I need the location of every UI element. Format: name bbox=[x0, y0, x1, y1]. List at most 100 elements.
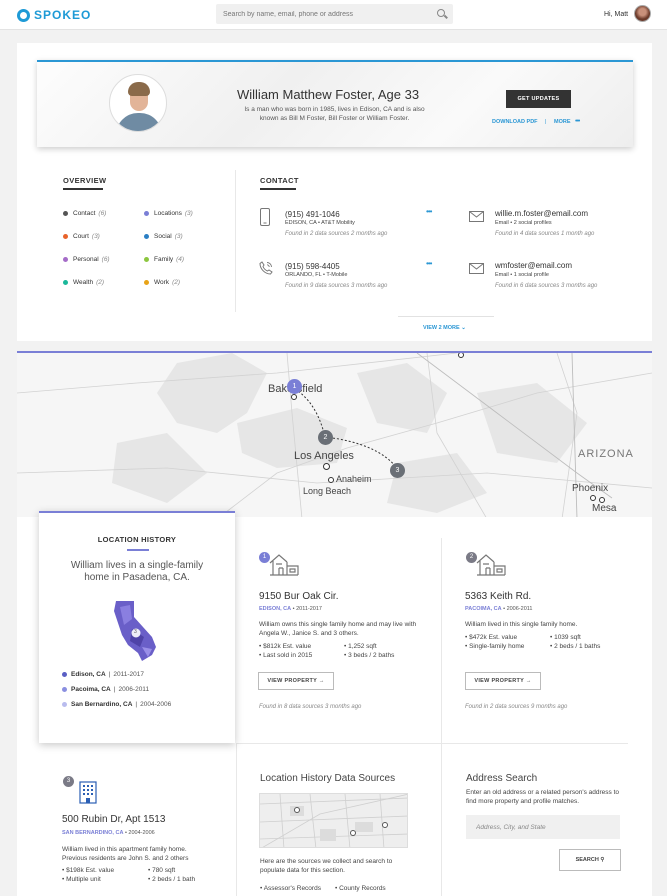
wealth-dot bbox=[63, 280, 68, 285]
overview-item-count: (3) bbox=[184, 210, 193, 217]
map-label-phoenix: Phoenix bbox=[572, 483, 609, 494]
phone-number[interactable]: (915) 598-4405 bbox=[285, 262, 340, 271]
property-address[interactable]: 500 Rubin Dr, Apt 1513 bbox=[62, 814, 165, 825]
overview-item-contact[interactable]: Contact (6) bbox=[63, 210, 106, 217]
location-history-title: LOCATION HISTORY bbox=[97, 535, 177, 544]
state-map-marker: 3 bbox=[134, 629, 137, 635]
download-pdf-link[interactable]: DOWNLOAD PDF bbox=[492, 119, 538, 125]
property-location: EDISON, CA • 2011-2017 bbox=[259, 606, 322, 612]
profile-description: Is a man who was born in 1985, lives in … bbox=[244, 106, 425, 122]
property-detail: • Last sold in 2015 bbox=[259, 652, 313, 659]
overview-item-family[interactable]: Family (4) bbox=[144, 256, 184, 263]
landline-phone-icon bbox=[259, 261, 273, 275]
avatar[interactable] bbox=[634, 5, 651, 22]
overview-item-locations[interactable]: Locations (3) bbox=[144, 210, 193, 217]
location-entry[interactable]: San Bernardino, CA | 2004-2006 bbox=[62, 701, 171, 708]
arrow-right-icon: → bbox=[525, 678, 532, 684]
data-sources-text: Here are the sources we collect and sear… bbox=[260, 858, 393, 874]
email-detail: Email • 1 social profile bbox=[495, 272, 549, 278]
get-updates-button[interactable]: GET UPDATES bbox=[506, 90, 571, 108]
map-city-dot bbox=[328, 477, 334, 483]
location-years: 2011-2017 bbox=[113, 671, 144, 678]
overview-item-label: Contact bbox=[73, 210, 96, 217]
view-more-label: VIEW 2 MORE bbox=[423, 325, 460, 331]
overview-item-work[interactable]: Work (2) bbox=[144, 279, 180, 286]
california-map-icon[interactable] bbox=[112, 599, 162, 663]
overview-item-count: (3) bbox=[91, 233, 100, 240]
property-description: William owns this single family home and… bbox=[259, 621, 417, 637]
email-detail: Email • 2 social profiles bbox=[495, 220, 552, 226]
overview-item-personal[interactable]: Personal (6) bbox=[63, 256, 110, 263]
overview-item-label: Wealth bbox=[73, 279, 94, 286]
view-property-button[interactable]: VIEW PROPERTY → bbox=[258, 672, 334, 690]
location-entry[interactable]: Edison, CA | 2011-2017 bbox=[62, 671, 144, 678]
data-source-item: • County Records bbox=[335, 885, 386, 892]
view-property-button[interactable]: VIEW PROPERTY → bbox=[465, 672, 541, 690]
location-entry[interactable]: Pacoima, CA | 2006-2011 bbox=[62, 686, 149, 693]
phone-detail: ORLANDO, FL • T-Mobile bbox=[285, 272, 348, 278]
location-history-card: LOCATION HISTORY William lives in a sing… bbox=[39, 511, 235, 743]
map-city-dot bbox=[590, 495, 596, 501]
property-address[interactable]: 5363 Keith Rd. bbox=[465, 591, 531, 602]
address-search-title: Address Search bbox=[466, 773, 538, 784]
overview-item-count: (2) bbox=[96, 279, 105, 286]
overview-item-count: (3) bbox=[174, 233, 183, 240]
property-description: William lived in this apartment family h… bbox=[62, 846, 189, 862]
overview-item-label: Personal bbox=[73, 256, 99, 263]
overview-item-court[interactable]: Court (3) bbox=[63, 233, 100, 240]
profile-header: William Matthew Foster, Age 33 Is a man … bbox=[37, 60, 633, 147]
location-dot bbox=[62, 672, 67, 677]
link-separator: | bbox=[545, 119, 547, 125]
phone-detail: EDISON, CA • AT&T Mobility bbox=[285, 220, 355, 226]
chevron-down-icon: ⌄ bbox=[461, 325, 466, 331]
location-map[interactable]: Bakersfield 1 Los Angeles 2 Anaheim Long… bbox=[17, 351, 652, 517]
phone-options-icon[interactable]: ••• bbox=[426, 207, 432, 216]
mobile-phone-icon bbox=[260, 208, 270, 226]
court-dot bbox=[63, 234, 68, 239]
overview-item-social[interactable]: Social (3) bbox=[144, 233, 183, 240]
view-more-link[interactable]: VIEW 2 MORE ⌄ bbox=[423, 325, 466, 331]
grid-divider bbox=[236, 743, 628, 744]
view-property-label: VIEW PROPERTY bbox=[474, 678, 524, 684]
property-address[interactable]: 9150 Bur Oak Cir. bbox=[259, 591, 338, 602]
address-search-button[interactable]: SEARCH ⚲ bbox=[559, 849, 621, 871]
email-icon bbox=[469, 211, 484, 222]
property-detail: • Single-family home bbox=[465, 643, 525, 650]
phone-found-text: Found in 2 data sources 2 months ago bbox=[285, 231, 388, 237]
spokeo-logo[interactable]: SPOKEO bbox=[17, 8, 91, 22]
map-label-arizona: ARIZONA bbox=[578, 448, 634, 460]
map-marker-3[interactable]: 3 bbox=[390, 463, 405, 478]
property-years: 2006-2011 bbox=[506, 606, 533, 612]
overview-item-wealth[interactable]: Wealth (2) bbox=[63, 279, 104, 286]
property-location: SAN BERNARDINO, CA • 2004-2006 bbox=[62, 830, 155, 836]
arrow-right-icon: → bbox=[318, 678, 325, 684]
overview-item-label: Court bbox=[73, 233, 89, 240]
search-icon[interactable] bbox=[437, 9, 445, 17]
map-label-los-angeles: Los Angeles bbox=[294, 450, 354, 462]
more-dots-icon[interactable]: ••• bbox=[575, 118, 580, 125]
phone-number[interactable]: (915) 491-1046 bbox=[285, 210, 340, 219]
property-found-text: Found in 8 data sources 3 months ago bbox=[259, 704, 362, 710]
property-detail: • 1039 sqft bbox=[550, 634, 581, 641]
map-marker-2[interactable]: 2 bbox=[318, 430, 333, 445]
location-separator: | bbox=[113, 686, 116, 693]
locations-dot bbox=[144, 211, 149, 216]
top-bar: SPOKEO Hi, Matt bbox=[0, 0, 667, 30]
grid-divider bbox=[236, 743, 237, 896]
email-address[interactable]: wmfoster@email.com bbox=[495, 261, 572, 270]
house-icon bbox=[476, 554, 506, 576]
location-city: Edison, CA bbox=[71, 671, 106, 678]
search-input[interactable] bbox=[216, 4, 453, 24]
user-greeting[interactable]: Hi, Matt bbox=[604, 11, 628, 18]
map-marker-1[interactable]: 1 bbox=[287, 379, 302, 394]
map-city-dot bbox=[323, 463, 330, 470]
property-years: 2004-2006 bbox=[128, 830, 155, 836]
email-address[interactable]: willie.m.foster@email.com bbox=[495, 209, 588, 218]
address-search-input[interactable] bbox=[466, 815, 620, 839]
apartment-building-icon bbox=[79, 781, 97, 804]
overview-item-count: (4) bbox=[176, 256, 185, 263]
overview-item-label: Locations bbox=[154, 210, 182, 217]
more-link[interactable]: MORE bbox=[554, 119, 571, 125]
phone-options-icon[interactable]: ••• bbox=[426, 259, 432, 268]
email-found-text: Found in 4 data sources 1 month ago bbox=[495, 231, 595, 237]
